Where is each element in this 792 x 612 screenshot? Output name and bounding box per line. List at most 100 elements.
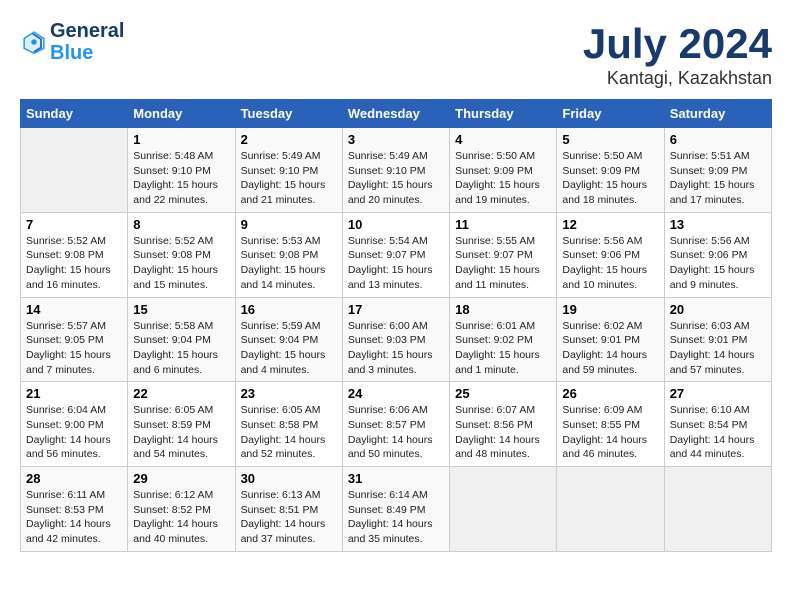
day-info: Sunrise: 5:59 AM Sunset: 9:04 PM Dayligh… xyxy=(241,319,337,378)
day-number: 5 xyxy=(562,132,658,147)
calendar-week-row: 7 Sunrise: 5:52 AM Sunset: 9:08 PM Daylig… xyxy=(21,212,772,297)
calendar-cell: 3 Sunrise: 5:49 AM Sunset: 9:10 PM Daylig… xyxy=(342,128,449,213)
calendar-cell xyxy=(557,467,664,552)
day-info: Sunrise: 6:06 AM Sunset: 8:57 PM Dayligh… xyxy=(348,403,444,462)
day-number: 3 xyxy=(348,132,444,147)
day-info: Sunrise: 5:50 AM Sunset: 9:09 PM Dayligh… xyxy=(562,149,658,208)
day-number: 27 xyxy=(670,386,766,401)
day-number: 10 xyxy=(348,217,444,232)
day-number: 17 xyxy=(348,302,444,317)
weekday-header-tuesday: Tuesday xyxy=(235,100,342,128)
calendar-cell: 22 Sunrise: 6:05 AM Sunset: 8:59 PM Dayli… xyxy=(128,382,235,467)
weekday-header-monday: Monday xyxy=(128,100,235,128)
day-info: Sunrise: 6:13 AM Sunset: 8:51 PM Dayligh… xyxy=(241,488,337,547)
calendar-cell: 6Sunrise: 5:51 AM Sunset: 9:09 PM Daylig… xyxy=(664,128,771,213)
day-number: 26 xyxy=(562,386,658,401)
day-number: 1 xyxy=(133,132,229,147)
day-number: 19 xyxy=(562,302,658,317)
day-number: 8 xyxy=(133,217,229,232)
day-number: 31 xyxy=(348,471,444,486)
calendar-cell: 30 Sunrise: 6:13 AM Sunset: 8:51 PM Dayli… xyxy=(235,467,342,552)
calendar-cell: 14Sunrise: 5:57 AM Sunset: 9:05 PM Dayli… xyxy=(21,297,128,382)
calendar-cell xyxy=(21,128,128,213)
calendar-cell: 10 Sunrise: 5:54 AM Sunset: 9:07 PM Dayli… xyxy=(342,212,449,297)
day-number: 22 xyxy=(133,386,229,401)
weekday-header-sunday: Sunday xyxy=(21,100,128,128)
calendar-cell: 18Sunrise: 6:01 AM Sunset: 9:02 PM Dayli… xyxy=(450,297,557,382)
day-info: Sunrise: 6:03 AM Sunset: 9:01 PM Dayligh… xyxy=(670,319,766,378)
day-info: Sunrise: 5:54 AM Sunset: 9:07 PM Dayligh… xyxy=(348,234,444,293)
day-number: 18 xyxy=(455,302,551,317)
day-number: 16 xyxy=(241,302,337,317)
calendar-cell: 7 Sunrise: 5:52 AM Sunset: 9:08 PM Daylig… xyxy=(21,212,128,297)
day-number: 25 xyxy=(455,386,551,401)
day-info: Sunrise: 6:00 AM Sunset: 9:03 PM Dayligh… xyxy=(348,319,444,378)
day-info: Sunrise: 5:55 AM Sunset: 9:07 PM Dayligh… xyxy=(455,234,551,293)
calendar-cell: 5 Sunrise: 5:50 AM Sunset: 9:09 PM Daylig… xyxy=(557,128,664,213)
day-number: 12 xyxy=(562,217,658,232)
day-info: Sunrise: 5:58 AM Sunset: 9:04 PM Dayligh… xyxy=(133,319,229,378)
day-info: Sunrise: 6:09 AM Sunset: 8:55 PM Dayligh… xyxy=(562,403,658,462)
day-number: 4 xyxy=(455,132,551,147)
calendar-cell: 31Sunrise: 6:14 AM Sunset: 8:49 PM Dayli… xyxy=(342,467,449,552)
logo: General Blue xyxy=(20,20,124,64)
calendar-cell: 24 Sunrise: 6:06 AM Sunset: 8:57 PM Dayli… xyxy=(342,382,449,467)
day-info: Sunrise: 6:04 AM Sunset: 9:00 PM Dayligh… xyxy=(26,403,122,462)
title-block: July 2024 Kantagi, Kazakhstan xyxy=(583,20,772,89)
day-info: Sunrise: 5:49 AM Sunset: 9:10 PM Dayligh… xyxy=(348,149,444,208)
calendar-cell: 20 Sunrise: 6:03 AM Sunset: 9:01 PM Dayli… xyxy=(664,297,771,382)
day-number: 6 xyxy=(670,132,766,147)
day-number: 24 xyxy=(348,386,444,401)
calendar-week-row: 1Sunrise: 5:48 AM Sunset: 9:10 PM Daylig… xyxy=(21,128,772,213)
day-number: 23 xyxy=(241,386,337,401)
day-info: Sunrise: 5:49 AM Sunset: 9:10 PM Dayligh… xyxy=(241,149,337,208)
day-info: Sunrise: 6:12 AM Sunset: 8:52 PM Dayligh… xyxy=(133,488,229,547)
calendar-cell: 21 Sunrise: 6:04 AM Sunset: 9:00 PM Dayli… xyxy=(21,382,128,467)
page-header: General Blue July 2024 Kantagi, Kazakhst… xyxy=(20,20,772,89)
calendar-cell: 29Sunrise: 6:12 AM Sunset: 8:52 PM Dayli… xyxy=(128,467,235,552)
calendar-cell: 4 Sunrise: 5:50 AM Sunset: 9:09 PM Daylig… xyxy=(450,128,557,213)
calendar-cell: 1Sunrise: 5:48 AM Sunset: 9:10 PM Daylig… xyxy=(128,128,235,213)
calendar-cell: 27 Sunrise: 6:10 AM Sunset: 8:54 PM Dayli… xyxy=(664,382,771,467)
day-number: 21 xyxy=(26,386,122,401)
calendar-cell: 15 Sunrise: 5:58 AM Sunset: 9:04 PM Dayli… xyxy=(128,297,235,382)
subtitle: Kantagi, Kazakhstan xyxy=(583,68,772,89)
calendar-cell: 25 Sunrise: 6:07 AM Sunset: 8:56 PM Dayli… xyxy=(450,382,557,467)
day-number: 11 xyxy=(455,217,551,232)
day-number: 15 xyxy=(133,302,229,317)
day-info: Sunrise: 6:11 AM Sunset: 8:53 PM Dayligh… xyxy=(26,488,122,547)
weekday-header-wednesday: Wednesday xyxy=(342,100,449,128)
calendar-cell xyxy=(450,467,557,552)
calendar-cell: 8 Sunrise: 5:52 AM Sunset: 9:08 PM Daylig… xyxy=(128,212,235,297)
day-info: Sunrise: 6:05 AM Sunset: 8:58 PM Dayligh… xyxy=(241,403,337,462)
day-number: 7 xyxy=(26,217,122,232)
weekday-header-saturday: Saturday xyxy=(664,100,771,128)
logo-text: General Blue xyxy=(50,20,124,64)
day-info: Sunrise: 6:05 AM Sunset: 8:59 PM Dayligh… xyxy=(133,403,229,462)
day-number: 20 xyxy=(670,302,766,317)
calendar-cell: 9 Sunrise: 5:53 AM Sunset: 9:08 PM Daylig… xyxy=(235,212,342,297)
main-title: July 2024 xyxy=(583,20,772,68)
day-number: 14 xyxy=(26,302,122,317)
day-info: Sunrise: 6:10 AM Sunset: 8:54 PM Dayligh… xyxy=(670,403,766,462)
day-info: Sunrise: 5:52 AM Sunset: 9:08 PM Dayligh… xyxy=(133,234,229,293)
day-number: 28 xyxy=(26,471,122,486)
logo-icon xyxy=(20,28,48,56)
day-info: Sunrise: 5:56 AM Sunset: 9:06 PM Dayligh… xyxy=(562,234,658,293)
calendar-cell: 17 Sunrise: 6:00 AM Sunset: 9:03 PM Dayli… xyxy=(342,297,449,382)
calendar-week-row: 21 Sunrise: 6:04 AM Sunset: 9:00 PM Dayli… xyxy=(21,382,772,467)
day-info: Sunrise: 5:53 AM Sunset: 9:08 PM Dayligh… xyxy=(241,234,337,293)
day-number: 13 xyxy=(670,217,766,232)
day-info: Sunrise: 6:07 AM Sunset: 8:56 PM Dayligh… xyxy=(455,403,551,462)
calendar-week-row: 28 Sunrise: 6:11 AM Sunset: 8:53 PM Dayli… xyxy=(21,467,772,552)
weekday-header-row: SundayMondayTuesdayWednesdayThursdayFrid… xyxy=(21,100,772,128)
weekday-header-thursday: Thursday xyxy=(450,100,557,128)
day-info: Sunrise: 5:50 AM Sunset: 9:09 PM Dayligh… xyxy=(455,149,551,208)
day-number: 9 xyxy=(241,217,337,232)
calendar-cell: 11 Sunrise: 5:55 AM Sunset: 9:07 PM Dayli… xyxy=(450,212,557,297)
calendar-cell xyxy=(664,467,771,552)
day-info: Sunrise: 5:56 AM Sunset: 9:06 PM Dayligh… xyxy=(670,234,766,293)
day-info: Sunrise: 5:52 AM Sunset: 9:08 PM Dayligh… xyxy=(26,234,122,293)
day-number: 30 xyxy=(241,471,337,486)
weekday-header-friday: Friday xyxy=(557,100,664,128)
